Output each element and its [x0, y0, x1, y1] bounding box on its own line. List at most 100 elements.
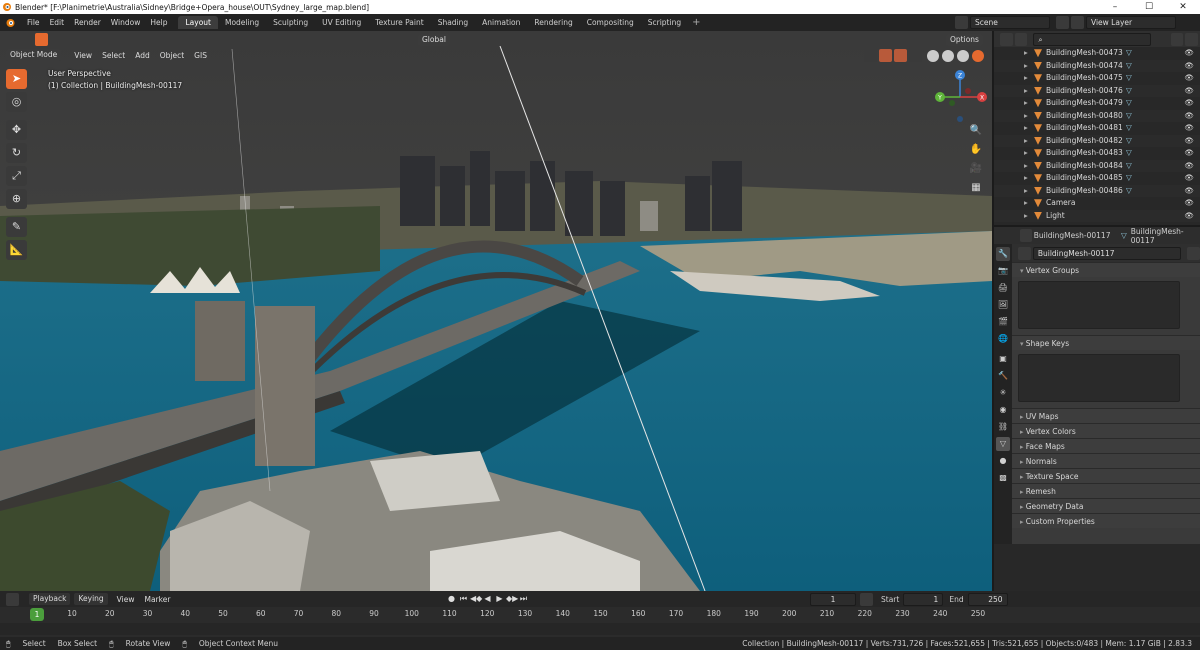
select-mode-intersect-icon[interactable]: [95, 32, 108, 46]
visibility-eye-icon[interactable]: 👁: [1184, 135, 1194, 148]
perspective-grid-icon[interactable]: ▦: [968, 180, 984, 196]
visibility-eye-icon[interactable]: 👁: [1184, 85, 1194, 98]
blender-logo-icon[interactable]: [5, 17, 16, 28]
outliner-row[interactable]: ▸ BuildingMesh-00484 ▽ 👁: [994, 159, 1200, 172]
visibility-eye-icon[interactable]: 👁: [1184, 97, 1194, 110]
outliner-row[interactable]: ▸ BuildingMesh-00482 ▽ 👁: [994, 134, 1200, 148]
outliner-row[interactable]: ▸ BuildingMesh-00479 ▽ 👁: [994, 97, 1200, 110]
expand-arrow-icon[interactable]: ▸: [1024, 135, 1028, 148]
navigation-gizmo[interactable]: Z X Y: [930, 67, 990, 127]
timeline-track[interactable]: [0, 623, 1200, 635]
mesh-datablock-field[interactable]: BuildingMesh-00117: [1032, 246, 1182, 260]
outliner-row[interactable]: ▸ BuildingMesh-00475 ▽ 👁: [994, 72, 1200, 85]
outliner-row[interactable]: ▸ BuildingMesh-00481 ▽ 👁: [994, 122, 1200, 135]
select-mode-extend-icon[interactable]: [65, 32, 78, 46]
expand-arrow-icon[interactable]: ▸: [1024, 185, 1028, 198]
tab-scripting[interactable]: Scripting: [641, 16, 688, 29]
select-mode-subtract-icon[interactable]: [80, 32, 93, 46]
timeline-ruler[interactable]: 10 20 30 40 50 60 70 80 90 100 110 120 130 140 150 160 1…: [0, 609, 992, 621]
3d-viewport[interactable]: Global Options Object Mode View Select A…: [0, 31, 992, 591]
minimize-button[interactable]: –: [1098, 0, 1132, 14]
menu-gis[interactable]: GIS: [189, 51, 212, 60]
visibility-eye-icon[interactable]: 👁: [1184, 147, 1194, 160]
outliner-row[interactable]: ▸ BuildingMesh-00486 ▽ 👁: [994, 184, 1200, 198]
particles-tab-icon[interactable]: ✳: [996, 386, 1010, 400]
tab-compositing[interactable]: Compositing: [580, 16, 641, 29]
keying-menu[interactable]: Keying: [74, 593, 108, 605]
preview-range-icon[interactable]: [860, 593, 873, 606]
expand-arrow-icon[interactable]: ▸: [1024, 210, 1028, 223]
world-tab-icon[interactable]: 🌐: [996, 332, 1010, 346]
outliner-row[interactable]: ▸ BuildingMesh-00474 ▽ 👁: [994, 59, 1200, 73]
move-tool-icon[interactable]: ✥: [6, 120, 27, 140]
tab-shading[interactable]: Shading: [431, 16, 475, 29]
outliner-search-input[interactable]: ⌕: [1033, 32, 1151, 46]
shape-keys-panel[interactable]: Shape Keys: [1012, 335, 1200, 350]
maximize-button[interactable]: ☐: [1132, 0, 1166, 14]
snap-icon[interactable]: [468, 33, 482, 46]
current-frame-field[interactable]: 1: [810, 593, 856, 606]
face-maps-panel[interactable]: Face Maps: [1012, 438, 1200, 453]
vertex-groups-panel[interactable]: Vertex Groups: [1012, 262, 1200, 277]
expand-arrow-icon[interactable]: ▸: [1024, 147, 1028, 160]
new-scene-icon[interactable]: [1056, 16, 1069, 29]
new-collection-icon[interactable]: [1185, 32, 1198, 46]
expand-arrow-icon[interactable]: ▸: [1024, 110, 1028, 123]
tab-layout[interactable]: Layout: [178, 16, 218, 29]
expand-arrow-icon[interactable]: ▸: [1024, 60, 1028, 73]
menu-view[interactable]: View: [69, 51, 97, 60]
select-box-icon[interactable]: [35, 32, 48, 46]
fake-user-icon[interactable]: [1187, 246, 1200, 260]
tab-rendering[interactable]: Rendering: [527, 16, 579, 29]
proportional-editing-icon[interactable]: [498, 33, 512, 46]
frame-cursor[interactable]: 1: [30, 608, 44, 621]
expand-arrow-icon[interactable]: ▸: [1024, 85, 1028, 98]
jump-start-icon[interactable]: ⏮: [458, 593, 469, 605]
outliner-row[interactable]: ▸ Camera 👁: [994, 197, 1200, 210]
visibility-eye-icon[interactable]: 👁: [1184, 185, 1194, 198]
expand-arrow-icon[interactable]: ▸: [1024, 197, 1028, 210]
scene-tab-icon[interactable]: 🎬: [996, 315, 1010, 329]
select-tool-icon[interactable]: ➤: [6, 69, 27, 89]
pivot-point-icon[interactable]: [453, 33, 467, 46]
overlay-toggle-icon[interactable]: [894, 49, 907, 62]
menu-select[interactable]: Select: [97, 51, 130, 60]
texture-space-panel[interactable]: Texture Space: [1012, 468, 1200, 483]
outliner-display-mode-icon[interactable]: [1014, 32, 1028, 46]
annotate-tool-icon[interactable]: ✎: [6, 217, 27, 237]
select-mode-new-icon[interactable]: [50, 32, 63, 46]
vertex-groups-list[interactable]: [1018, 281, 1180, 329]
modifiers-tab-icon[interactable]: 🔨: [996, 369, 1010, 383]
next-keyframe-icon[interactable]: ◆▶: [506, 593, 518, 605]
options-dropdown[interactable]: Options: [946, 34, 983, 46]
remesh-panel[interactable]: Remesh: [1012, 483, 1200, 498]
visibility-icon[interactable]: [864, 49, 877, 62]
editor-type-icon[interactable]: [6, 32, 19, 46]
shading-solid-icon[interactable]: [942, 49, 954, 62]
cursor-tool-icon[interactable]: ◎: [6, 92, 27, 112]
outliner-row[interactable]: ▸ BuildingMesh-00483 ▽ 👁: [994, 147, 1200, 160]
visibility-eye-icon[interactable]: 👁: [1184, 60, 1194, 73]
start-frame-field[interactable]: 1: [903, 593, 944, 606]
visibility-eye-icon[interactable]: 👁: [1184, 47, 1194, 60]
snap-target-icon[interactable]: [483, 33, 497, 46]
shape-keys-list[interactable]: [1018, 354, 1180, 402]
expand-arrow-icon[interactable]: ▸: [1024, 97, 1028, 110]
jump-end-icon[interactable]: ⏭: [518, 593, 529, 605]
outliner-row[interactable]: ▸ BuildingMesh-00480 ▽ 👁: [994, 109, 1200, 123]
visibility-eye-icon[interactable]: 👁: [1184, 72, 1194, 85]
camera-view-icon[interactable]: 🎥: [968, 161, 984, 177]
shading-material-icon[interactable]: [957, 49, 969, 62]
normals-panel[interactable]: Normals: [1012, 453, 1200, 468]
menu-add[interactable]: Add: [130, 51, 155, 60]
tool-tab-icon[interactable]: 🔧: [996, 247, 1010, 261]
xray-toggle-icon[interactable]: [909, 49, 922, 62]
expand-arrow-icon[interactable]: ▸: [1024, 172, 1028, 185]
geometry-data-panel[interactable]: Geometry Data: [1012, 498, 1200, 513]
pan-hand-icon[interactable]: ✋: [968, 142, 984, 158]
data-tab-icon[interactable]: ▽: [996, 437, 1010, 451]
rotate-tool-icon[interactable]: ↻: [6, 143, 27, 163]
scene-name-field[interactable]: Scene: [970, 16, 1050, 29]
expand-arrow-icon[interactable]: ▸: [1024, 122, 1028, 135]
measure-tool-icon[interactable]: 📐: [6, 240, 27, 260]
